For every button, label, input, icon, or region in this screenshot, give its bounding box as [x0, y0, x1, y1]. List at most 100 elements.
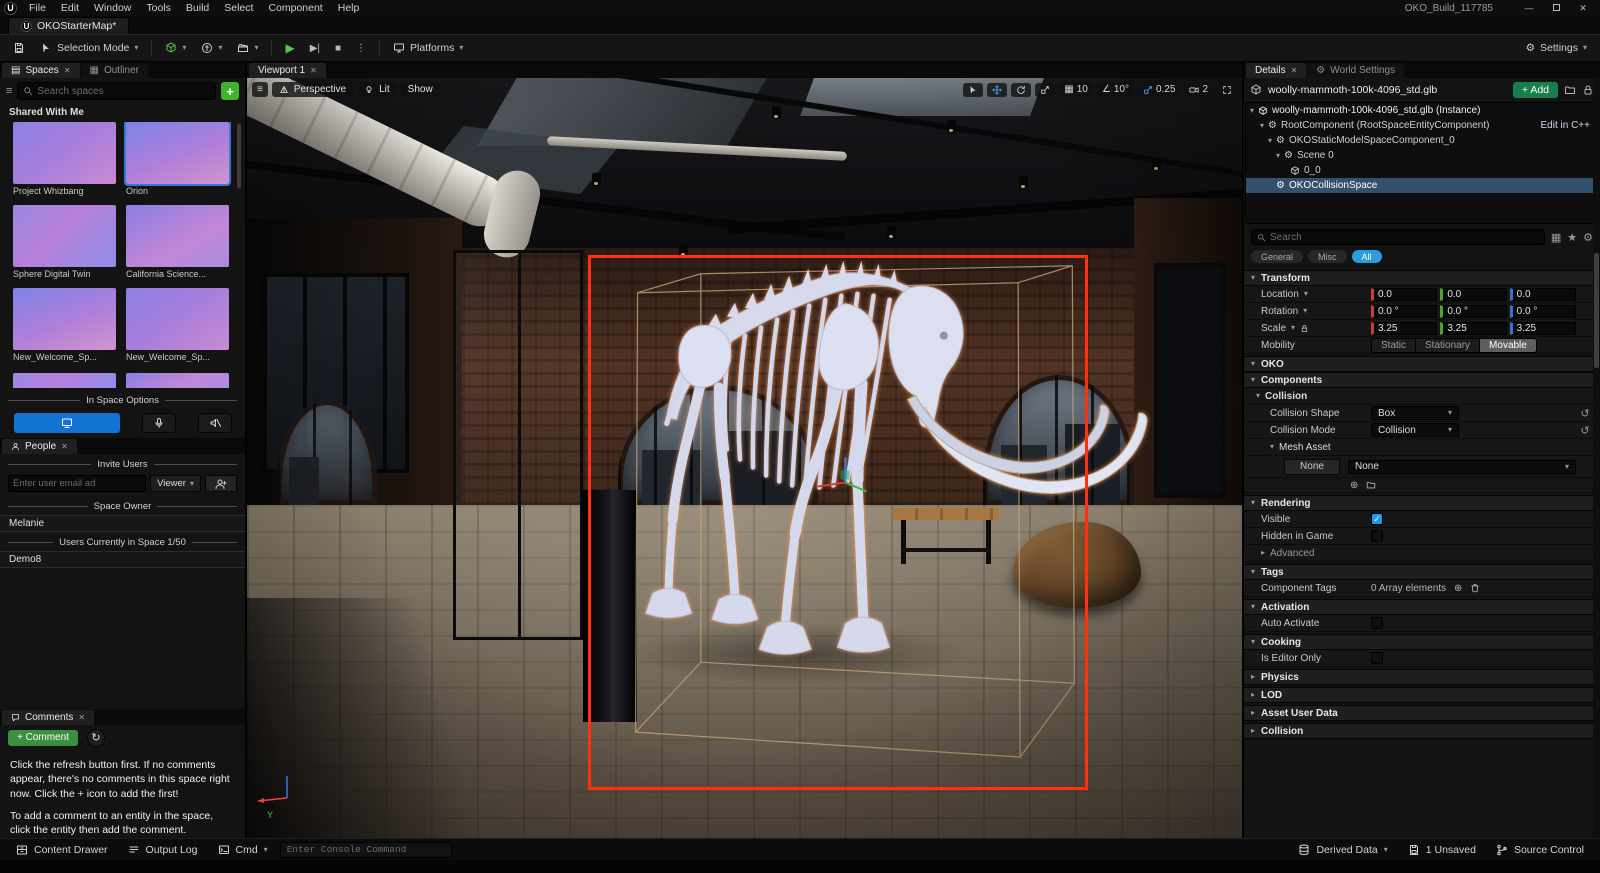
move-tool-button[interactable]	[987, 83, 1007, 97]
spaces-scrollbar[interactable]	[237, 124, 241, 188]
location-z-field[interactable]: 0.0	[1510, 288, 1576, 301]
tab-comments[interactable]: Comments ✕	[2, 710, 94, 725]
filter-all[interactable]: All	[1352, 250, 1382, 263]
tree-row-rootcomponent[interactable]: ▾ ⚙ RootComponent (RootSpaceEntityCompon…	[1246, 118, 1598, 133]
rotation-dropdown[interactable]: Rotation▾	[1261, 306, 1371, 317]
viewport-menu-button[interactable]: ≡	[252, 82, 268, 97]
menu-select[interactable]: Select	[217, 2, 260, 14]
blueprints-dropdown[interactable]: ▾	[195, 39, 228, 57]
space-tile[interactable]: California Science...	[126, 205, 229, 281]
settings-dropdown[interactable]: ⚙ Settings ▾	[1520, 39, 1593, 57]
rotation-snap-toggle[interactable]: ∠ 10°	[1097, 82, 1134, 97]
camera-speed-control[interactable]: 2	[1184, 82, 1213, 97]
rotation-y-field[interactable]: 0.0 °	[1440, 305, 1506, 318]
space-tile[interactable]: Project Whizbang	[13, 122, 116, 198]
microphone-button[interactable]	[142, 413, 176, 433]
tab-spaces[interactable]: ▤ Spaces ✕	[2, 63, 80, 78]
close-icon[interactable]: ✕	[64, 66, 71, 75]
viewport-3d-scene[interactable]: Y ≡ Perspective Lit Show	[247, 78, 1242, 838]
expander-icon[interactable]: ▾	[1268, 137, 1272, 145]
play-options-button[interactable]: ⋮	[350, 40, 372, 57]
minimize-button[interactable]: —	[1516, 3, 1542, 13]
add-actor-dropdown[interactable]: ▾	[159, 39, 192, 57]
platforms-dropdown[interactable]: Platforms ▾	[387, 39, 469, 57]
rotate-tool-button[interactable]	[1011, 83, 1031, 97]
tree-row-staticmodel[interactable]: ▾ ⚙ OKOStaticModelSpaceComponent_0	[1246, 133, 1598, 148]
section-components[interactable]: ▾ Components	[1244, 372, 1600, 388]
save-button[interactable]	[7, 39, 31, 57]
tree-row-collision-space[interactable]: ⚙ OKOCollisionSpace	[1246, 178, 1598, 193]
add-component-button[interactable]: + Add	[1513, 82, 1558, 98]
space-thumbnail-partial[interactable]	[13, 373, 116, 388]
unreal-logo-icon[interactable]: U	[4, 2, 17, 15]
maximize-viewport-button[interactable]	[1217, 83, 1237, 97]
maximize-button[interactable]	[1543, 3, 1569, 13]
space-tile[interactable]: Sphere Digital Twin	[13, 205, 116, 281]
derived-data-button[interactable]: Derived Data ▾	[1290, 842, 1395, 858]
console-command-input[interactable]	[287, 844, 445, 855]
section-asset-user-data[interactable]: ▸ Asset User Data	[1244, 705, 1600, 721]
cinematics-dropdown[interactable]: ▾	[231, 39, 264, 57]
settings-icon[interactable]: ⚙	[1583, 231, 1593, 244]
user-row[interactable]: Demo8	[0, 551, 245, 568]
browse-icon[interactable]	[1564, 84, 1576, 96]
tab-viewport[interactable]: Viewport 1 ✕	[249, 63, 326, 78]
tab-world-settings[interactable]: ⚙ World Settings	[1307, 63, 1404, 78]
mesh-asset-subsection[interactable]: ▾ Mesh Asset	[1244, 439, 1600, 456]
details-search-input[interactable]	[1270, 232, 1539, 243]
collision-shape-dropdown[interactable]: Box ▾	[1371, 406, 1459, 420]
scale-z-field[interactable]: 3.25	[1510, 322, 1576, 335]
menu-component[interactable]: Component	[261, 2, 329, 14]
add-comment-button[interactable]: + Comment	[8, 730, 78, 746]
section-transform[interactable]: ▾ Transform	[1244, 270, 1600, 286]
section-cooking[interactable]: ▾ Cooking	[1244, 634, 1600, 650]
edit-in-cpp-link[interactable]: Edit in C++	[1541, 120, 1593, 131]
tree-row-scene[interactable]: ▾ ⚙ Scene 0	[1246, 148, 1598, 163]
source-control-button[interactable]: Source Control	[1488, 842, 1592, 858]
content-drawer-button[interactable]: Content Drawer	[8, 842, 116, 858]
section-oko[interactable]: ▾ OKO	[1244, 356, 1600, 372]
menu-tools[interactable]: Tools	[139, 2, 178, 14]
menu-help[interactable]: Help	[331, 2, 367, 14]
is-editor-only-checkbox[interactable]	[1371, 652, 1383, 664]
hidden-in-game-checkbox[interactable]	[1371, 530, 1383, 542]
section-rendering[interactable]: ▾ Rendering	[1244, 495, 1600, 511]
reset-to-default-button[interactable]: ↺	[1576, 424, 1594, 437]
menu-file[interactable]: File	[22, 2, 53, 14]
close-icon[interactable]: ✕	[78, 713, 85, 722]
section-physics[interactable]: ▸ Physics	[1244, 669, 1600, 685]
expander-icon[interactable]: ▾	[1276, 152, 1280, 160]
close-icon[interactable]: ✕	[310, 66, 317, 75]
play-button[interactable]: ▶	[279, 38, 300, 58]
scale-tool-button[interactable]	[1035, 83, 1055, 97]
mobility-static[interactable]: Static	[1372, 339, 1416, 352]
tab-outliner[interactable]: ▦ Outliner	[81, 63, 148, 78]
expander-icon[interactable]: ▾	[1260, 122, 1264, 130]
collision-subsection[interactable]: ▾ Collision	[1244, 388, 1600, 405]
perspective-dropdown[interactable]: Perspective	[272, 82, 353, 97]
details-scrollbar-track[interactable]	[1593, 78, 1600, 838]
cmd-dropdown[interactable]: Cmd ▾	[210, 842, 276, 858]
lit-dropdown[interactable]: Lit	[357, 82, 397, 97]
grid-snap-toggle[interactable]: ▦ 10	[1059, 82, 1093, 97]
section-tags[interactable]: ▾ Tags	[1244, 564, 1600, 580]
speaker-mute-button[interactable]	[198, 413, 232, 433]
mobility-movable[interactable]: Movable	[1480, 339, 1536, 352]
browse-to-asset-icon[interactable]	[1366, 480, 1376, 490]
mesh-asset-dropdown[interactable]: None ▾	[1348, 460, 1576, 474]
mobility-stationary[interactable]: Stationary	[1416, 339, 1480, 352]
level-tab[interactable]: U OKOStarterMap*	[8, 17, 129, 34]
filter-general[interactable]: General	[1251, 250, 1303, 263]
tree-row-instance[interactable]: ▾ woolly-mammoth-100k-4096_std.glb (Inst…	[1246, 103, 1598, 118]
rotation-x-field[interactable]: 0.0 °	[1371, 305, 1437, 318]
scale-lock-icon[interactable]	[1300, 324, 1309, 333]
collision-mode-dropdown[interactable]: Collision ▾	[1371, 423, 1459, 437]
frame-skip-button[interactable]: ▶|	[304, 40, 326, 57]
scale-x-field[interactable]: 3.25	[1371, 322, 1437, 335]
scale-y-field[interactable]: 3.25	[1440, 322, 1506, 335]
auto-activate-checkbox[interactable]	[1371, 617, 1383, 629]
display-filter-icon[interactable]: ▦	[1551, 231, 1561, 244]
reset-to-default-button[interactable]: ↺	[1576, 407, 1594, 420]
refresh-comments-button[interactable]: ↻	[87, 729, 105, 747]
tab-people[interactable]: People ✕	[2, 439, 77, 454]
